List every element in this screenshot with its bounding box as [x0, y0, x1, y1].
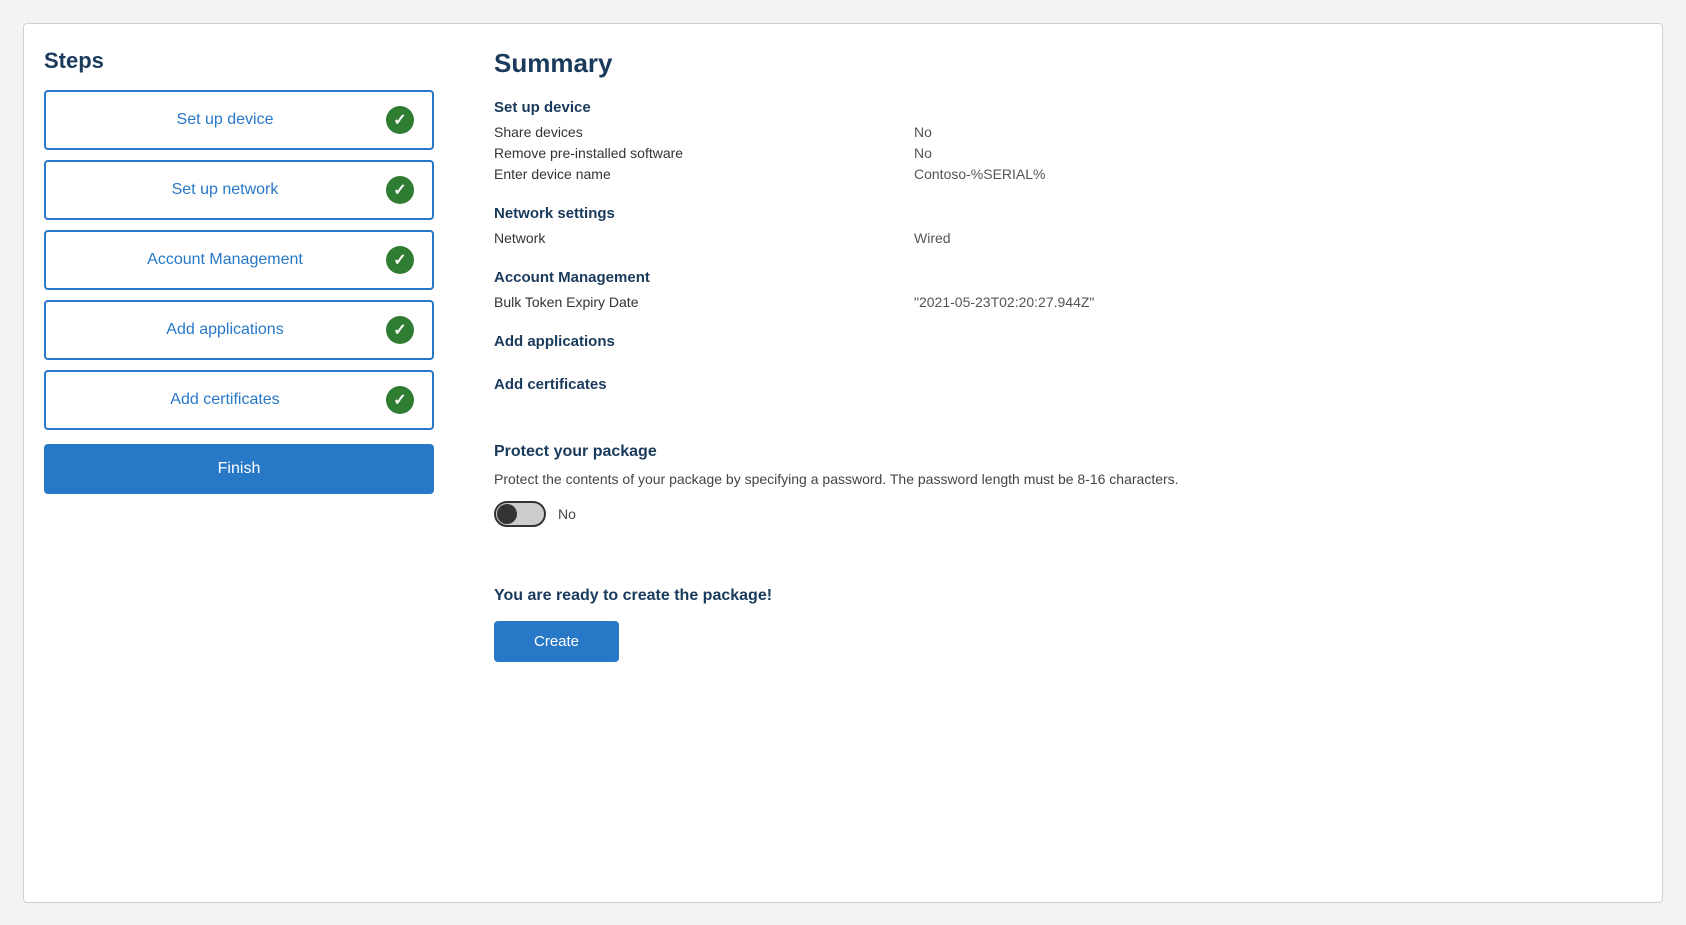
summary-section-applications: Add applications [494, 333, 1642, 358]
summary-value-remove-software: No [914, 145, 932, 161]
summary-value-network: Wired [914, 230, 951, 246]
step-set-up-network-check-icon [386, 176, 414, 204]
protect-section: Protect your package Protect the content… [494, 443, 1642, 527]
summary-label-device-name: Enter device name [494, 166, 914, 182]
summary-section-device: Set up device Share devices No Remove pr… [494, 99, 1642, 187]
section-heading-device: Set up device [494, 99, 1642, 116]
step-account-management-label: Account Management [64, 251, 386, 269]
summary-row-device-name: Enter device name Contoso-%SERIAL% [494, 166, 1642, 182]
summary-label-bulk-token: Bulk Token Expiry Date [494, 294, 914, 310]
summary-title: Summary [494, 48, 1642, 79]
left-panel: Steps Set up device Set up network Accou… [44, 48, 434, 878]
step-add-certificates-label: Add certificates [64, 391, 386, 409]
summary-row-bulk-token: Bulk Token Expiry Date "2021-05-23T02:20… [494, 294, 1642, 310]
ready-title: You are ready to create the package! [494, 587, 1642, 605]
main-container: Steps Set up device Set up network Accou… [23, 23, 1663, 903]
protect-title: Protect your package [494, 443, 1642, 461]
step-set-up-device-label: Set up device [64, 111, 386, 129]
steps-title: Steps [44, 48, 434, 74]
ready-section: You are ready to create the package! Cre… [494, 587, 1642, 662]
summary-section-network: Network settings Network Wired [494, 205, 1642, 251]
step-add-applications[interactable]: Add applications [44, 300, 434, 360]
step-add-applications-check-icon [386, 316, 414, 344]
summary-value-device-name: Contoso-%SERIAL% [914, 166, 1046, 182]
protect-toggle-label: No [558, 506, 576, 522]
section-heading-certificates: Add certificates [494, 376, 1642, 393]
step-account-management-check-icon [386, 246, 414, 274]
toggle-slider [494, 501, 546, 527]
toggle-row: No [494, 501, 1642, 527]
summary-label-remove-software: Remove pre-installed software [494, 145, 914, 161]
step-set-up-device-check-icon [386, 106, 414, 134]
summary-section-account: Account Management Bulk Token Expiry Dat… [494, 269, 1642, 315]
summary-value-bulk-token: "2021-05-23T02:20:27.944Z" [914, 294, 1094, 310]
summary-label-share-devices: Share devices [494, 124, 914, 140]
create-button[interactable]: Create [494, 621, 619, 662]
summary-label-network: Network [494, 230, 914, 246]
step-add-certificates-check-icon [386, 386, 414, 414]
finish-button[interactable]: Finish [44, 444, 434, 494]
protect-toggle[interactable] [494, 501, 546, 527]
summary-row-remove-software: Remove pre-installed software No [494, 145, 1642, 161]
step-set-up-device[interactable]: Set up device [44, 90, 434, 150]
summary-row-network: Network Wired [494, 230, 1642, 246]
step-add-certificates[interactable]: Add certificates [44, 370, 434, 430]
section-heading-account: Account Management [494, 269, 1642, 286]
section-heading-applications: Add applications [494, 333, 1642, 350]
protect-description: Protect the contents of your package by … [494, 471, 1394, 487]
right-panel: Summary Set up device Share devices No R… [474, 48, 1642, 878]
step-account-management[interactable]: Account Management [44, 230, 434, 290]
step-set-up-network[interactable]: Set up network [44, 160, 434, 220]
step-set-up-network-label: Set up network [64, 181, 386, 199]
step-add-applications-label: Add applications [64, 321, 386, 339]
summary-row-share-devices: Share devices No [494, 124, 1642, 140]
section-heading-network: Network settings [494, 205, 1642, 222]
summary-value-share-devices: No [914, 124, 932, 140]
summary-section-certificates: Add certificates [494, 376, 1642, 401]
